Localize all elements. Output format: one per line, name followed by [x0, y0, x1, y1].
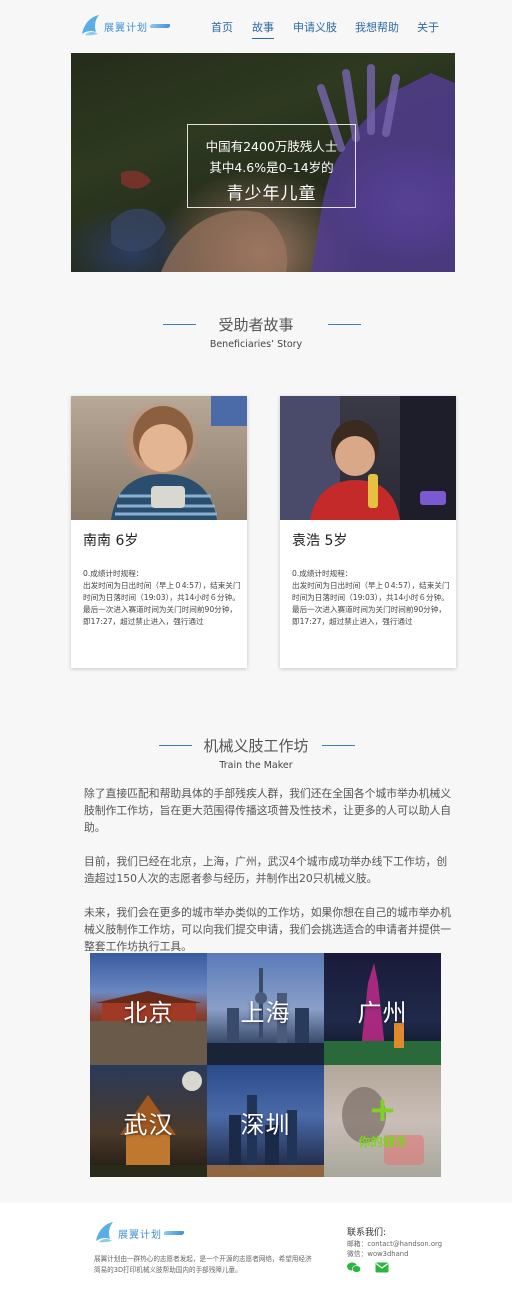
stories-title: 受助者故事	[218, 316, 294, 334]
story-text-body: 出发时间为日出时间（早上０4:57），结束关门时间为日落时间（19:03），共1…	[83, 581, 241, 626]
nav-want-to-help[interactable]: 我想帮助	[355, 19, 399, 35]
divider-line	[322, 745, 355, 746]
child-name: 南南 6岁	[83, 533, 139, 549]
nav-stories[interactable]: 故事	[252, 19, 274, 39]
wechat-icon[interactable]	[347, 1262, 361, 1273]
story-text: 0.成绩计时规程： 出发时间为日出时间（早上０4:57），结束关门时间为日落时间…	[83, 568, 241, 628]
stories-heading: 受助者故事 Beneficiaries’ Story	[0, 314, 512, 350]
workshop-title: 机械义肢工作坊	[203, 737, 309, 755]
hero-line-2: 其中4.6%是0–14岁的	[209, 160, 334, 175]
main-nav: 首页 故事 申请义肢 我想帮助 关于	[0, 19, 512, 39]
nav-apply-prosthesis[interactable]: 申请义肢	[293, 19, 337, 35]
city-name: 武汉	[123, 1111, 174, 1139]
city-tile-wuhan[interactable]: 武汉	[90, 1065, 207, 1177]
story-text-title: 0.成绩计时规程：	[83, 569, 144, 578]
footer-logo[interactable]: 展翼计划	[94, 1221, 185, 1245]
contact-title: 联系我们:	[347, 1228, 387, 1238]
city-name: 上海	[240, 999, 291, 1027]
plus-icon: +	[368, 1090, 397, 1130]
story-text-title: 0.成绩计时规程：	[292, 569, 353, 578]
story-text-body: 出发时间为日出时间（早上０4:57），结束关门时间为日落时间（19:03），共1…	[292, 581, 450, 626]
story-text: 0.成绩计时规程： 出发时间为日出时间（早上０4:57），结束关门时间为日落时间…	[292, 568, 450, 628]
logo-text: 展翼计划	[118, 1229, 162, 1241]
city-tile-guangzhou[interactable]: 广州	[324, 953, 441, 1065]
story-photo	[71, 396, 247, 520]
nav-home[interactable]: 首页	[211, 19, 233, 35]
city-tile-beijing[interactable]: 北京	[90, 953, 207, 1065]
city-name: 深圳	[240, 1111, 291, 1139]
city-name: 北京	[123, 999, 174, 1027]
stories-subtitle: Beneficiaries’ Story	[209, 339, 303, 350]
nav-about[interactable]: 关于	[417, 19, 439, 35]
story-card[interactable]: 南南 6岁 0.成绩计时规程： 出发时间为日出时间（早上０4:57），结束关门时…	[71, 396, 247, 668]
mail-icon[interactable]	[375, 1262, 389, 1273]
hero-banner: 中国有2400万肢残人士 其中4.6%是0–14岁的 青少年儿童	[71, 53, 455, 272]
site-footer: 展翼计划 展翼计划由一群热心的志愿者发起，是一个开源的志愿者网络，希望用经济简易…	[0, 1203, 512, 1300]
child-photo	[111, 396, 247, 520]
story-card[interactable]: 袁浩 5岁 0.成绩计时规程： 出发时间为日出时间（早上０4:57），结束关门时…	[280, 396, 456, 668]
child-name: 袁浩 5岁	[292, 533, 348, 549]
hero-line-3: 青少年儿童	[226, 184, 317, 204]
hero-statistic-box: 中国有2400万肢残人士 其中4.6%是0–14岁的 青少年儿童	[187, 124, 356, 208]
city-name: 广州	[357, 999, 408, 1027]
workshop-heading: 机械义肢工作坊 Train the Maker	[0, 735, 512, 771]
city-tile-shanghai[interactable]: 上海	[207, 953, 324, 1065]
contact-wechat: 微信：wow3dhand	[347, 1250, 409, 1258]
workshop-paragraph: 目前，我们已经在北京，上海，广州，武汉4个城市成功举办线下工作坊，创造超过150…	[84, 855, 448, 885]
divider-line	[159, 745, 192, 746]
logo-wing-stroke	[163, 1231, 185, 1235]
city-tile-shenzhen[interactable]: 深圳	[207, 1065, 324, 1177]
workshop-paragraph: 除了直接匹配和帮助具体的手部残疾人群，我们还在全国各个城市举办机械义肢制作工作坊…	[84, 787, 452, 834]
city-tile-your-city[interactable]: + 你的城市	[324, 1065, 441, 1177]
workshop-description: 除了直接匹配和帮助具体的手部残疾人群，我们还在全国各个城市举办机械义肢制作工作坊…	[84, 785, 456, 972]
divider-line	[328, 324, 361, 325]
workshop-paragraph: 未来，我们会在更多的城市举办类似的工作坊，如果你想在自己的城市举办机械义肢制作工…	[84, 906, 452, 953]
hero-line-1: 中国有2400万肢残人士	[205, 139, 338, 154]
workshop-subtitle: Train the Maker	[219, 760, 293, 771]
child-photo	[280, 396, 456, 520]
wing-logo-icon	[96, 1222, 113, 1243]
footer-description: 展翼计划由一群热心的志愿者发起，是一个开源的志愿者网络，希望用经济简易的3D打印…	[94, 1255, 312, 1274]
contact-email[interactable]: 邮箱：contact@handson.org	[347, 1238, 442, 1248]
your-city-label: 你的城市	[358, 1135, 407, 1149]
story-photo	[280, 396, 456, 520]
divider-line	[163, 324, 196, 325]
site-header: 展翼计划 首页 故事 申请义肢 我想帮助 关于	[0, 0, 512, 52]
